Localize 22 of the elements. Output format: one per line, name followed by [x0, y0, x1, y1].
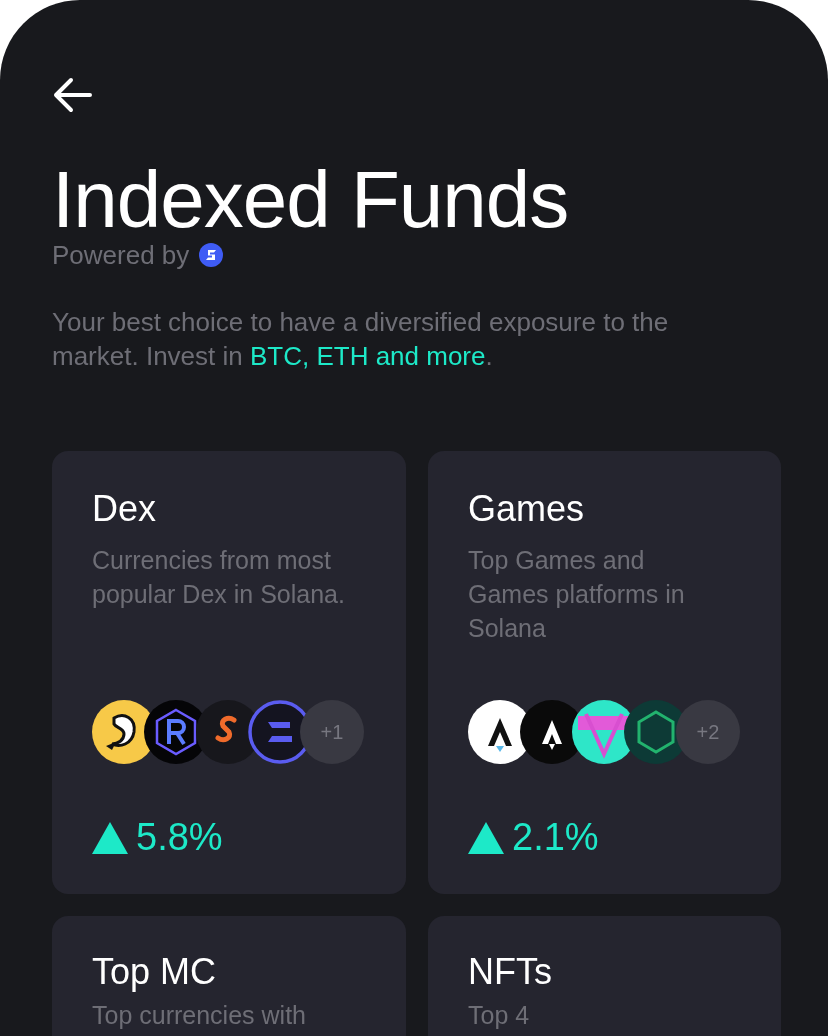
intro-text: Your best choice to have a diversified exposure to the market. Invest in BTC, ETH and more.	[52, 306, 670, 373]
change-value: 5.8%	[136, 816, 223, 859]
up-triangle-icon	[92, 821, 128, 854]
change-value: 2.1%	[512, 816, 599, 859]
fund-description: Top currencies with	[92, 1000, 307, 1030]
fund-name: NFTs	[468, 950, 553, 994]
fund-card[interactable]: NFTs Top 4	[428, 916, 781, 1036]
fund-name: Top MC	[92, 950, 218, 994]
fund-description: Top Games and Games platforms in Solana	[468, 545, 686, 644]
fund-card[interactable]: Games Top Games and Games platforms in Solana +2 2.1%	[428, 451, 781, 894]
fund-name: Games	[468, 487, 586, 531]
assets-link[interactable]: BTC, ETH and more	[249, 341, 486, 371]
more-count: +1	[300, 700, 364, 764]
up-triangle-icon	[468, 821, 504, 854]
provider-logo-icon	[199, 243, 224, 267]
back-arrow-icon[interactable]	[52, 77, 92, 113]
fund-name: Dex	[92, 487, 158, 531]
more-count: +2	[676, 700, 740, 764]
fund-card[interactable]: Dex Currencies from most popular Dex in Solana. +1 5.8%	[52, 451, 406, 894]
fund-description: Top 4	[468, 1000, 531, 1030]
fund-card[interactable]: Top MC Top currencies with	[52, 916, 406, 1036]
fund-description: Currencies from most popular Dex in Solana.	[92, 545, 346, 610]
